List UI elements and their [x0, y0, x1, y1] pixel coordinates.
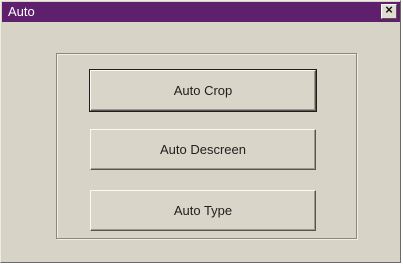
auto-type-button[interactable]: Auto Type [90, 190, 316, 231]
window-title: Auto [8, 4, 35, 19]
auto-dialog-window: Auto × Auto Crop Auto Descreen Auto Type [0, 0, 401, 263]
auto-crop-button[interactable]: Auto Crop [89, 69, 317, 112]
auto-descreen-button[interactable]: Auto Descreen [90, 129, 316, 170]
title-bar[interactable]: Auto × [2, 2, 400, 22]
close-button[interactable]: × [381, 2, 397, 19]
close-icon: × [385, 2, 393, 17]
